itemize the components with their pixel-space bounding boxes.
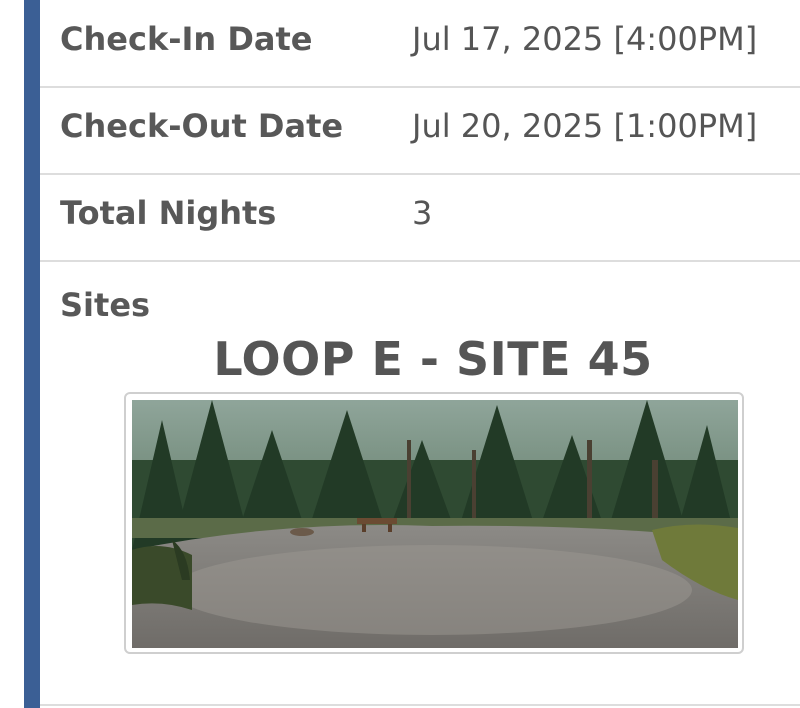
- total-nights-value: 3: [412, 194, 433, 232]
- check-out-value: Jul 20, 2025 [1:00PM]: [412, 107, 758, 145]
- campsite-photo-image: [132, 400, 738, 648]
- reservation-details-card: Check-In Date Jul 17, 2025 [4:00PM] Chec…: [40, 0, 800, 708]
- accent-bar: [24, 0, 40, 708]
- sites-label: Sites: [60, 286, 151, 324]
- check-out-label: Check-Out Date: [60, 107, 344, 145]
- check-in-label: Check-In Date: [60, 20, 313, 58]
- site-title: LOOP E - SITE 45: [213, 332, 653, 386]
- site-photo-frame[interactable]: [124, 392, 744, 654]
- check-out-row: Check-Out Date Jul 20, 2025 [1:00PM]: [40, 87, 800, 175]
- bottom-divider: [40, 704, 800, 706]
- total-nights-row: Total Nights 3: [40, 174, 800, 262]
- total-nights-label: Total Nights: [60, 194, 277, 232]
- check-in-row: Check-In Date Jul 17, 2025 [4:00PM]: [40, 0, 800, 88]
- campsite-photo: [132, 400, 738, 648]
- check-in-value: Jul 17, 2025 [4:00PM]: [412, 20, 758, 58]
- left-gutter: [0, 0, 24, 708]
